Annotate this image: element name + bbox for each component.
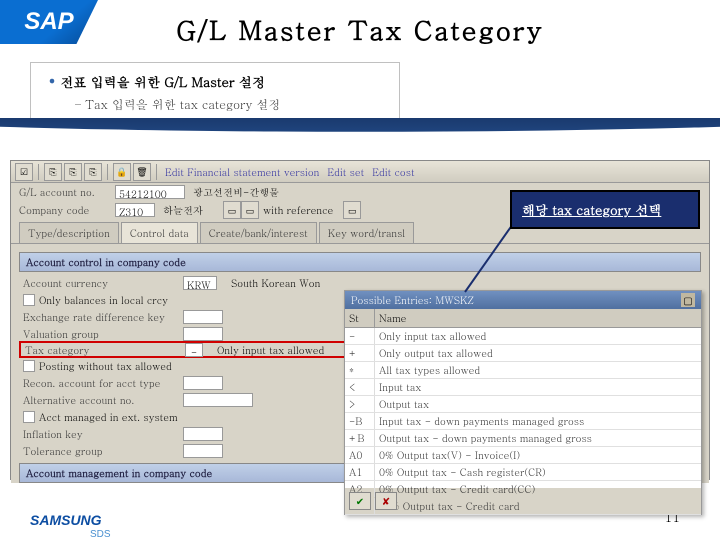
list-item[interactable]: -BInput tax - down payments managed gros… bbox=[345, 413, 701, 430]
currency-field[interactable]: KRW bbox=[183, 276, 217, 290]
gl-account-field[interactable]: 54212100 bbox=[115, 185, 185, 199]
list-item[interactable]: A00% Output tax(V) - Invoice(I) bbox=[345, 447, 701, 464]
checkbox[interactable] bbox=[23, 411, 35, 423]
cancel-button[interactable]: ✘ bbox=[375, 492, 397, 510]
popup-list: -Only input tax allowed +Only output tax… bbox=[345, 328, 701, 488]
bullet-main: 전표 입력을 위한 G/L Master 설정 bbox=[49, 69, 389, 92]
input[interactable] bbox=[183, 444, 223, 458]
doc-icon[interactable]: ▭ bbox=[223, 201, 241, 219]
label: Alternative account no. bbox=[23, 393, 183, 407]
label: Only balances in local crcy bbox=[39, 293, 168, 307]
input[interactable] bbox=[183, 393, 253, 407]
currency-desc: South Korean Won bbox=[231, 276, 320, 290]
input[interactable] bbox=[183, 427, 223, 441]
toolbar-link[interactable]: Edit set bbox=[324, 165, 367, 179]
toolbar-icon[interactable]: 🔒 bbox=[113, 163, 131, 181]
list-item[interactable]: -Only input tax allowed bbox=[345, 328, 701, 345]
with-reference-button[interactable]: ▭ bbox=[241, 201, 259, 219]
toolbar-icon[interactable]: ▭ bbox=[343, 201, 361, 219]
page-title: G/L Master Tax Category bbox=[0, 12, 720, 48]
label: Posting without tax allowed bbox=[39, 359, 172, 373]
toolbar: ☑ ⎘ ⎘ ⎘ 🔒 🗑 Edit Financial statement ver… bbox=[11, 161, 709, 183]
section-title: Account control in company code bbox=[19, 252, 701, 272]
label: Valuation group bbox=[23, 327, 183, 341]
col-header: St bbox=[345, 309, 375, 327]
tab-type[interactable]: Type/description bbox=[19, 222, 119, 243]
header-curve bbox=[0, 118, 720, 164]
toolbar-icon[interactable]: 🗑 bbox=[133, 163, 151, 181]
label: Company code bbox=[19, 203, 115, 217]
callout-box: 해당 tax category 선택 bbox=[510, 190, 700, 229]
description-box: 전표 입력을 위한 G/L Master 설정 Tax 입력을 위한 tax c… bbox=[30, 62, 400, 124]
popup-titlebar: Possible Entries: MWSKZ▢ bbox=[345, 291, 701, 309]
input[interactable] bbox=[183, 376, 223, 390]
list-item[interactable]: <Input tax bbox=[345, 379, 701, 396]
checkbox[interactable] bbox=[23, 360, 35, 372]
list-item[interactable]: A20% Output tax - Credit card(CC) bbox=[345, 481, 701, 498]
gl-account-desc: 광고선전비-간행물 bbox=[193, 185, 279, 199]
col-header: Name bbox=[375, 309, 701, 327]
label: Inflation key bbox=[23, 427, 183, 441]
bullet-sub: Tax 입력을 위한 tax category 설정 bbox=[75, 96, 389, 113]
tax-category-field[interactable]: - bbox=[185, 343, 203, 357]
toolbar-icon[interactable]: ⎘ bbox=[44, 163, 62, 181]
ok-button[interactable]: ✔ bbox=[349, 492, 371, 510]
list-item[interactable]: >Output tax bbox=[345, 396, 701, 413]
label: Exchange rate difference key bbox=[23, 310, 183, 324]
label: Recon. account for acct type bbox=[23, 376, 183, 390]
close-icon[interactable]: ▢ bbox=[681, 293, 695, 307]
with-ref-label: with reference bbox=[263, 203, 333, 217]
label: Tolerance group bbox=[23, 444, 183, 458]
tax-category-desc: Only input tax allowed bbox=[217, 343, 324, 357]
samsung-logo: SAMSUNG bbox=[30, 512, 102, 528]
label: Account currency bbox=[23, 276, 183, 290]
list-item[interactable]: *All tax types allowed bbox=[345, 362, 701, 379]
list-item[interactable]: +Only output tax allowed bbox=[345, 345, 701, 362]
sds-label: SDS bbox=[90, 529, 111, 540]
input[interactable] bbox=[183, 310, 223, 324]
toolbar-icon[interactable]: ☑ bbox=[15, 163, 33, 181]
company-code-field[interactable]: Z310 bbox=[115, 203, 155, 217]
toolbar-link[interactable]: Edit cost bbox=[369, 165, 417, 179]
tab-control-data[interactable]: Control data bbox=[121, 222, 198, 243]
label: G/L account no. bbox=[19, 185, 115, 199]
toolbar-icon[interactable]: ⎘ bbox=[84, 163, 102, 181]
tab-keyword[interactable]: Key word/transl bbox=[319, 222, 414, 243]
tab-create-bank[interactable]: Create/bank/interest bbox=[200, 222, 317, 243]
toolbar-link[interactable]: Edit Financial statement version bbox=[162, 165, 322, 179]
list-item[interactable]: A310% Output tax - Credit card bbox=[345, 498, 701, 515]
toolbar-icon[interactable]: ⎘ bbox=[64, 163, 82, 181]
company-desc: 하늘전자 bbox=[163, 203, 203, 217]
list-item[interactable]: +BOutput tax - down payments managed gro… bbox=[345, 430, 701, 447]
f4-help-popup: Possible Entries: MWSKZ▢ StName -Only in… bbox=[344, 290, 702, 515]
label: Acct managed in ext. system bbox=[39, 410, 177, 424]
list-item[interactable]: A10% Output tax - Cash register(CR) bbox=[345, 464, 701, 481]
input[interactable] bbox=[183, 327, 223, 341]
label: Tax category bbox=[25, 343, 185, 357]
checkbox[interactable] bbox=[23, 294, 35, 306]
